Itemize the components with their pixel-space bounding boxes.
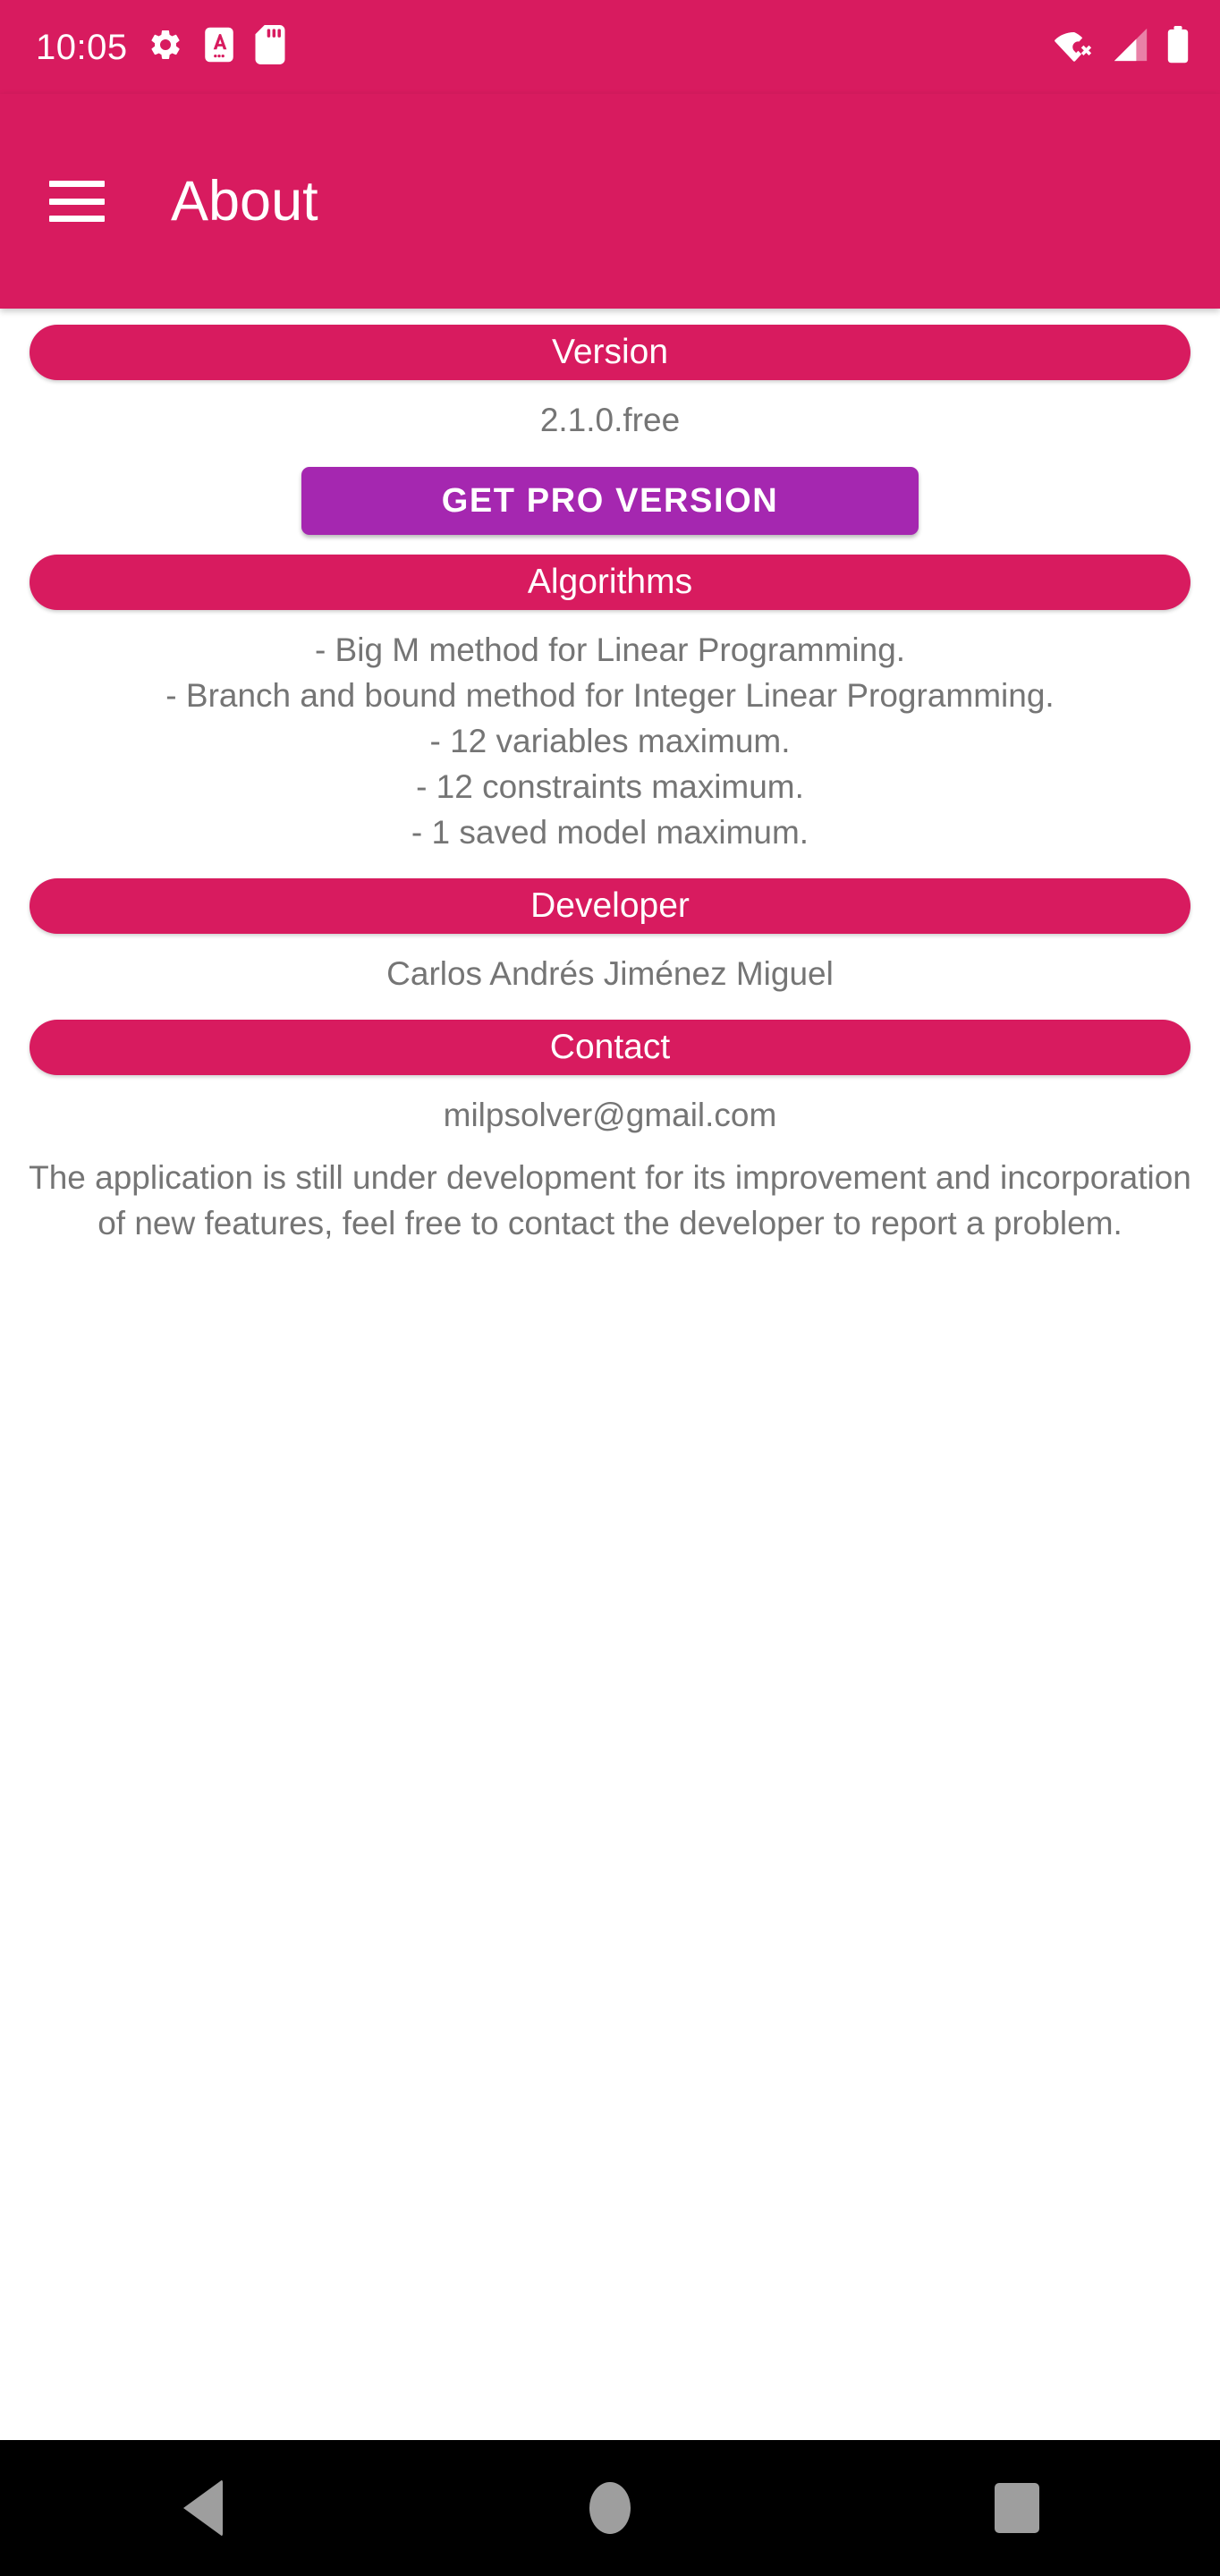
status-bar-right <box>1054 26 1190 68</box>
phone-screen: 10:05 About Version 2.1.0.free GET PRO V… <box>0 0 1220 2576</box>
contact-note: The application is still under developme… <box>29 1159 1191 1241</box>
pro-button-row: GET PRO VERSION <box>0 443 1220 555</box>
nav-recents-button[interactable] <box>936 2440 1097 2576</box>
sd-card-icon <box>255 25 285 69</box>
section-header-contact: Contact <box>30 1020 1190 1075</box>
hamburger-line <box>49 198 105 205</box>
cellular-signal-icon <box>1113 27 1148 67</box>
app-bar: About <box>0 94 1220 309</box>
hamburger-line <box>49 181 105 187</box>
back-triangle-icon <box>183 2479 224 2537</box>
algorithm-item: - 1 saved model maximum. <box>411 814 809 851</box>
section-header-developer: Developer <box>30 878 1190 934</box>
wifi-off-icon <box>1054 27 1095 67</box>
gear-icon <box>148 27 183 67</box>
section-header-algorithms: Algorithms <box>30 555 1190 610</box>
hamburger-line <box>49 216 105 222</box>
recents-square-icon <box>994 2483 1039 2533</box>
version-value: 2.1.0.free <box>539 402 681 438</box>
page-title: About <box>171 169 318 233</box>
algorithm-item: - Big M method for Linear Programming. <box>314 631 906 668</box>
developer-name: Carlos Andrés Jiménez Miguel <box>386 955 834 992</box>
algorithm-item: - 12 constraints maximum. <box>416 768 804 805</box>
nav-back-button[interactable] <box>123 2440 284 2576</box>
about-content: Version 2.1.0.free GET PRO VERSION Algor… <box>0 309 1220 2440</box>
algorithm-item: - Branch and bound method for Integer Li… <box>165 677 1055 714</box>
contact-email[interactable]: milpsolver@gmail.com <box>0 1092 1220 1138</box>
section-header-version: Version <box>30 325 1190 380</box>
status-clock: 10:05 <box>36 27 128 67</box>
status-bar-left: 10:05 <box>36 25 285 69</box>
hamburger-menu-icon[interactable] <box>49 181 105 222</box>
battery-full-icon <box>1166 26 1190 68</box>
nav-home-button[interactable] <box>530 2440 690 2576</box>
algorithm-item: - 12 variables maximum. <box>429 723 791 759</box>
status-bar: 10:05 <box>0 0 1220 94</box>
keyboard-language-icon <box>203 26 235 68</box>
android-navigation-bar <box>0 2440 1220 2576</box>
get-pro-version-button[interactable]: GET PRO VERSION <box>301 467 919 535</box>
algorithms-list: - Big M method for Linear Programming. -… <box>0 627 1220 855</box>
home-circle-icon <box>589 2482 631 2534</box>
